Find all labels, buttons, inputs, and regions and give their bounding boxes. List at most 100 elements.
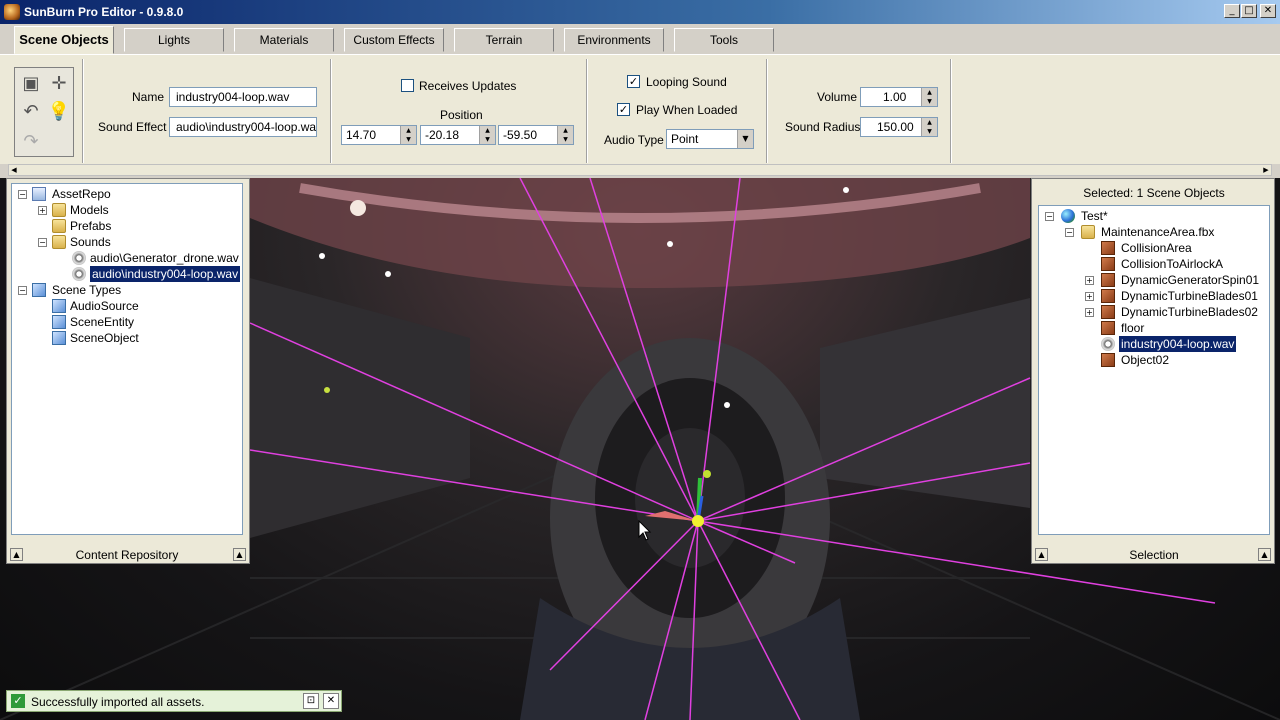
tree-node-object02[interactable]: Object02 [1121, 352, 1169, 368]
mesh-icon [1101, 305, 1115, 319]
mesh-icon [1101, 257, 1115, 271]
name-field[interactable]: industry004-loop.wav [169, 87, 317, 107]
position-y-input[interactable]: -20.18 ▲ ▼ [420, 125, 496, 145]
tab-scene-objects[interactable]: Scene Objects [14, 26, 114, 54]
tab-tools[interactable]: Tools [674, 28, 774, 52]
tree-node-assetrepo[interactable]: AssetRepo [52, 186, 111, 202]
tree-node-industry004-loop[interactable]: audio\industry004-loop.wav [88, 265, 242, 283]
receives-updates-label: Receives Updates [419, 79, 517, 93]
sound-effect-field[interactable]: audio\industry004-loop.wav [169, 117, 317, 137]
collapse-panel-icon[interactable]: ▲ [233, 548, 246, 561]
collapse-icon[interactable]: − [18, 286, 27, 295]
expand-icon[interactable]: + [1085, 292, 1094, 301]
properties-scrollbar[interactable]: ◀ ▶ [8, 164, 1272, 176]
tree-node-models[interactable]: Models [70, 202, 109, 218]
minimize-button[interactable]: _ [1224, 4, 1240, 18]
title-bar: SunBurn Pro Editor - 0.9.8.0 _ □ ✕ [0, 0, 1280, 24]
mouse-cursor-icon [638, 520, 652, 541]
tree-node-dynamicturbineblades01[interactable]: DynamicTurbineBlades01 [1121, 288, 1258, 304]
divider [586, 59, 588, 163]
divider [330, 59, 332, 163]
move-icon[interactable]: ✛ [47, 72, 71, 96]
content-repository-tree[interactable]: − AssetRepo + Models Prefabs − Sounds au… [11, 183, 243, 535]
position-z-input[interactable]: -59.50 ▲ ▼ [498, 125, 574, 145]
tree-node-sceneentity[interactable]: SceneEntity [70, 314, 134, 330]
volume-label: Volume [817, 90, 858, 104]
scroll-left-icon[interactable]: ◀ [9, 165, 19, 175]
spinner-icon[interactable]: ▲ ▼ [479, 126, 495, 144]
collapse-icon[interactable]: − [1045, 212, 1054, 221]
checkmark-icon: ✓ [11, 694, 25, 708]
collapse-panel-icon[interactable]: ▲ [1258, 548, 1271, 561]
tree-node-test[interactable]: Test* [1081, 208, 1108, 224]
maximize-button[interactable]: □ [1241, 4, 1257, 18]
position-label: Position [440, 108, 483, 122]
close-icon[interactable]: ✕ [323, 693, 339, 709]
tab-terrain[interactable]: Terrain [454, 28, 554, 52]
tree-node-collisionarea[interactable]: CollisionArea [1121, 240, 1192, 256]
spinner-icon[interactable]: ▲ ▼ [557, 126, 573, 144]
tree-node-audiosource[interactable]: AudioSource [70, 298, 139, 314]
tab-custom-effects[interactable]: Custom Effects [344, 28, 444, 52]
tree-node-dynamicgeneratorspin01[interactable]: DynamicGeneratorSpin01 [1121, 272, 1259, 288]
looping-sound-checkbox[interactable]: ✓ [627, 75, 640, 88]
collapse-icon[interactable]: − [1065, 228, 1074, 237]
folder-icon [52, 219, 66, 233]
tab-lights[interactable]: Lights [124, 28, 224, 52]
redo-icon[interactable]: ↷ [19, 130, 43, 154]
collapse-icon[interactable]: − [18, 190, 27, 199]
tab-environments[interactable]: Environments [564, 28, 664, 52]
play-when-loaded-label: Play When Loaded [636, 103, 738, 117]
content-repository-title: Content Repository [75, 548, 179, 562]
tree-node-prefabs[interactable]: Prefabs [70, 218, 111, 234]
tree-node-floor[interactable]: floor [1121, 320, 1144, 336]
folder-icon [52, 203, 66, 217]
type-icon [52, 299, 66, 313]
tree-node-industry004-loop-selected[interactable]: industry004-loop.wav [1117, 335, 1238, 353]
main-tabs: Scene Objects Lights Materials Custom Ef… [0, 24, 1280, 54]
collapse-panel-icon[interactable]: ▲ [1035, 548, 1048, 561]
globe-icon [1061, 209, 1075, 223]
position-x-input[interactable]: 14.70 ▲ ▼ [341, 125, 417, 145]
audio-type-select[interactable]: Point ▼ [666, 129, 754, 149]
mesh-icon [1101, 273, 1115, 287]
collapse-panel-icon[interactable]: ▲ [10, 548, 23, 561]
properties-panel: ▣ ✛ ↶ 💡 ↷ Name industry004-loop.wav Soun… [0, 54, 1280, 164]
status-notification: ✓ Successfully imported all assets. ⊡ ✕ [6, 690, 342, 712]
details-icon[interactable]: ⊡ [303, 693, 319, 709]
type-icon [52, 331, 66, 345]
tree-node-generator-drone[interactable]: audio\Generator_drone.wav [90, 250, 239, 266]
volume-value: 1.00 [883, 90, 907, 104]
undo-icon[interactable]: ↶ [19, 100, 43, 124]
spinner-icon[interactable]: ▲ ▼ [921, 118, 937, 136]
tree-node-collisiontoairlocka[interactable]: CollisionToAirlockA [1121, 256, 1223, 272]
light-bulb-icon[interactable]: 💡 [47, 100, 71, 124]
expand-icon[interactable]: + [1085, 276, 1094, 285]
chevron-down-icon[interactable]: ▼ [737, 130, 753, 148]
spinner-icon[interactable]: ▲ ▼ [400, 126, 416, 144]
name-label: Name [132, 90, 165, 104]
collapse-icon[interactable]: − [38, 238, 47, 247]
tree-node-maintenancearea[interactable]: MaintenanceArea.fbx [1101, 224, 1214, 240]
close-button[interactable]: ✕ [1260, 4, 1276, 18]
tab-materials[interactable]: Materials [234, 28, 334, 52]
audio-type-value: Point [671, 132, 699, 146]
tree-node-sceneobject[interactable]: SceneObject [70, 330, 139, 346]
mesh-icon [1101, 289, 1115, 303]
play-when-loaded-checkbox[interactable]: ✓ [617, 103, 630, 116]
volume-input[interactable]: 1.00 ▲ ▼ [860, 87, 938, 107]
tree-node-sounds[interactable]: Sounds [70, 234, 111, 250]
expand-icon[interactable]: + [1085, 308, 1094, 317]
tree-node-dynamicturbineblades02[interactable]: DynamicTurbineBlades02 [1121, 304, 1258, 320]
scroll-right-icon[interactable]: ▶ [1261, 165, 1271, 175]
save-icon[interactable]: ▣ [19, 72, 43, 96]
content-repository-panel: − AssetRepo + Models Prefabs − Sounds au… [6, 178, 250, 564]
window-title: SunBurn Pro Editor - 0.9.8.0 [24, 5, 184, 19]
sound-radius-input[interactable]: 150.00 ▲ ▼ [860, 117, 938, 137]
scene-types-icon [32, 283, 46, 297]
tree-node-scene-types[interactable]: Scene Types [52, 282, 121, 298]
receives-updates-checkbox[interactable] [401, 79, 414, 92]
expand-icon[interactable]: + [38, 206, 47, 215]
selection-tree[interactable]: − Test* − MaintenanceArea.fbx CollisionA… [1038, 205, 1270, 535]
spinner-icon[interactable]: ▲ ▼ [921, 88, 937, 106]
